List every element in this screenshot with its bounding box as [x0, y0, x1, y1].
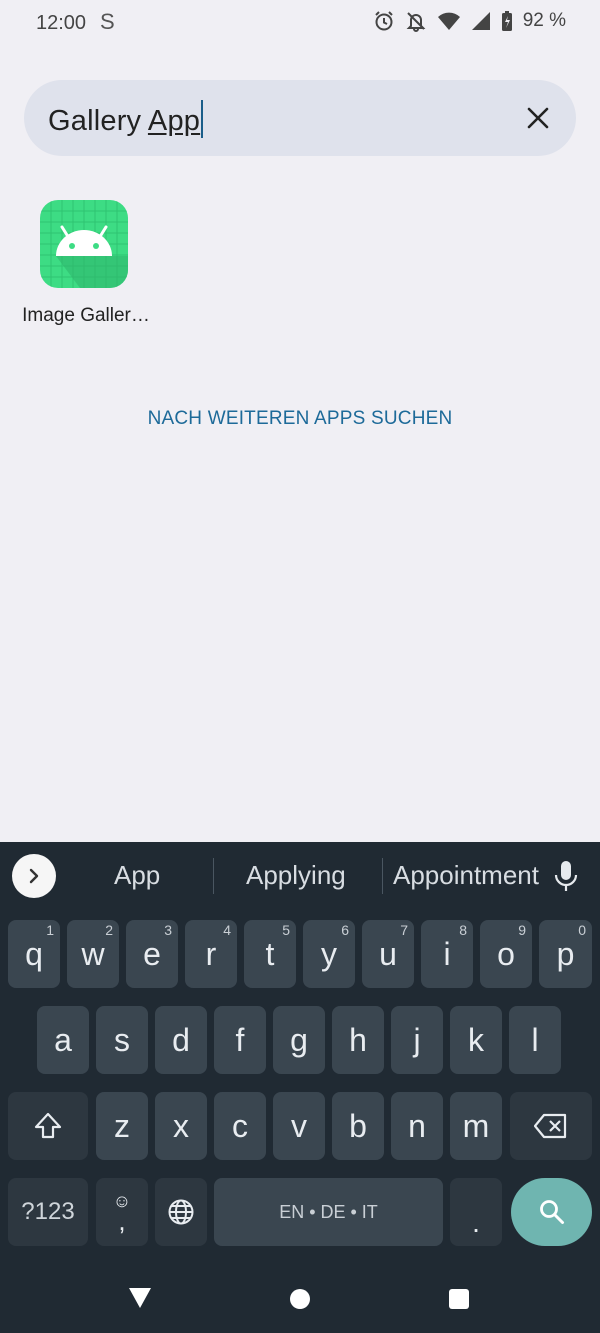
key-x[interactable]: x	[155, 1092, 207, 1160]
emoji-comma-key[interactable]: ☺ ,	[96, 1178, 148, 1246]
key-z[interactable]: z	[96, 1092, 148, 1160]
app-result-item[interactable]: Image Galler…	[16, 200, 156, 340]
search-input[interactable]: Gallery App	[48, 100, 204, 138]
language-key[interactable]	[155, 1178, 207, 1246]
expand-toolbar-button[interactable]	[12, 854, 56, 898]
backspace-icon	[534, 1113, 567, 1139]
key-hint: 9	[518, 922, 526, 938]
recents-square-icon[interactable]	[449, 1289, 469, 1309]
key-p[interactable]: p0	[539, 920, 592, 988]
text-caret	[201, 100, 204, 138]
suggestion-divider	[213, 858, 214, 894]
key-b[interactable]: b	[332, 1092, 384, 1160]
key-y[interactable]: y6	[303, 920, 355, 988]
key-m[interactable]: m	[450, 1092, 502, 1160]
search-action-key[interactable]	[511, 1178, 592, 1246]
key-label: e	[143, 935, 161, 972]
sim-icon: S	[100, 9, 115, 34]
key-d[interactable]: d	[155, 1006, 207, 1074]
home-circle-icon[interactable]	[290, 1289, 310, 1309]
key-n[interactable]: n	[391, 1092, 443, 1160]
chevron-right-icon	[29, 868, 39, 884]
wifi-icon	[437, 12, 460, 30]
key-r[interactable]: r4	[185, 920, 237, 988]
key-label: u	[379, 935, 397, 972]
period-label: .	[472, 1207, 480, 1238]
alarm-icon	[374, 11, 393, 31]
app-label: Image Galler…	[22, 305, 150, 326]
key-label: y	[321, 935, 337, 972]
key-hint: 2	[105, 922, 113, 938]
android-app-icon[interactable]	[40, 200, 128, 288]
key-label: p	[556, 935, 575, 972]
suggestion-3[interactable]: Appointment	[393, 860, 539, 891]
navigation-bar	[0, 1263, 600, 1333]
key-k[interactable]: k	[450, 1006, 502, 1074]
key-hint: 3	[164, 922, 172, 938]
key-c[interactable]: c	[214, 1092, 266, 1160]
key-hint: 0	[578, 922, 586, 938]
key-label: q	[25, 935, 43, 972]
key-hint: 6	[341, 922, 349, 938]
key-label: i	[443, 935, 451, 972]
search-icon	[539, 1200, 564, 1224]
signal-icon	[471, 12, 490, 30]
key-e[interactable]: e3	[126, 920, 178, 988]
suggestion-2[interactable]: Applying	[246, 860, 346, 891]
key-f[interactable]: f	[214, 1006, 266, 1074]
shift-key[interactable]	[8, 1092, 88, 1160]
key-j[interactable]: j	[391, 1006, 443, 1074]
key-hint: 8	[459, 922, 467, 938]
key-label: t	[265, 935, 275, 972]
close-icon[interactable]	[522, 102, 554, 134]
back-triangle-icon[interactable]	[128, 1287, 152, 1309]
bell-off-icon	[406, 12, 426, 32]
backspace-key[interactable]	[510, 1092, 592, 1160]
shift-icon	[34, 1112, 62, 1139]
key-o[interactable]: o9	[480, 920, 532, 988]
microphone-icon[interactable]	[553, 860, 579, 892]
symbols-key[interactable]: ?123	[8, 1178, 88, 1246]
key-q[interactable]: q1	[8, 920, 60, 988]
suggestion-divider	[382, 858, 383, 894]
key-v[interactable]: v	[273, 1092, 325, 1160]
search-bar[interactable]: Gallery App	[24, 80, 576, 156]
key-hint: 5	[282, 922, 290, 938]
search-text-composing: App	[147, 105, 201, 137]
key-u[interactable]: u7	[362, 920, 414, 988]
key-l[interactable]: l	[509, 1006, 561, 1074]
globe-icon	[168, 1199, 194, 1225]
status-time: 12:00	[36, 12, 87, 34]
key-hint: 4	[223, 922, 231, 938]
key-label: w	[81, 935, 105, 972]
battery-charging-icon	[501, 11, 512, 31]
key-hint: 1	[46, 922, 54, 938]
key-label: o	[497, 935, 515, 972]
key-hint: 7	[400, 922, 408, 938]
comma-label: ,	[118, 1206, 126, 1236]
search-text-prefix: Gallery	[48, 105, 148, 137]
search-more-apps-link[interactable]: NACH WEITEREN APPS SUCHEN	[0, 408, 600, 430]
status-bar: 12:00 S 92 %	[0, 0, 600, 46]
key-s[interactable]: s	[96, 1006, 148, 1074]
key-g[interactable]: g	[273, 1006, 325, 1074]
suggestion-1[interactable]: App	[114, 860, 160, 891]
keyboard: App Applying Appointment q1 w2 e3 r4 t5 …	[0, 842, 600, 1263]
key-i[interactable]: i8	[421, 920, 473, 988]
space-key[interactable]: EN • DE • IT	[214, 1178, 443, 1246]
key-h[interactable]: h	[332, 1006, 384, 1074]
key-a[interactable]: a	[37, 1006, 89, 1074]
key-label: r	[205, 935, 217, 972]
key-w[interactable]: w2	[67, 920, 119, 988]
battery-percent: 92 %	[522, 10, 566, 31]
suggestion-bar: App Applying Appointment	[0, 842, 600, 912]
key-t[interactable]: t5	[244, 920, 296, 988]
status-icons: 92 %	[373, 10, 566, 32]
period-key[interactable]: .	[450, 1178, 502, 1246]
